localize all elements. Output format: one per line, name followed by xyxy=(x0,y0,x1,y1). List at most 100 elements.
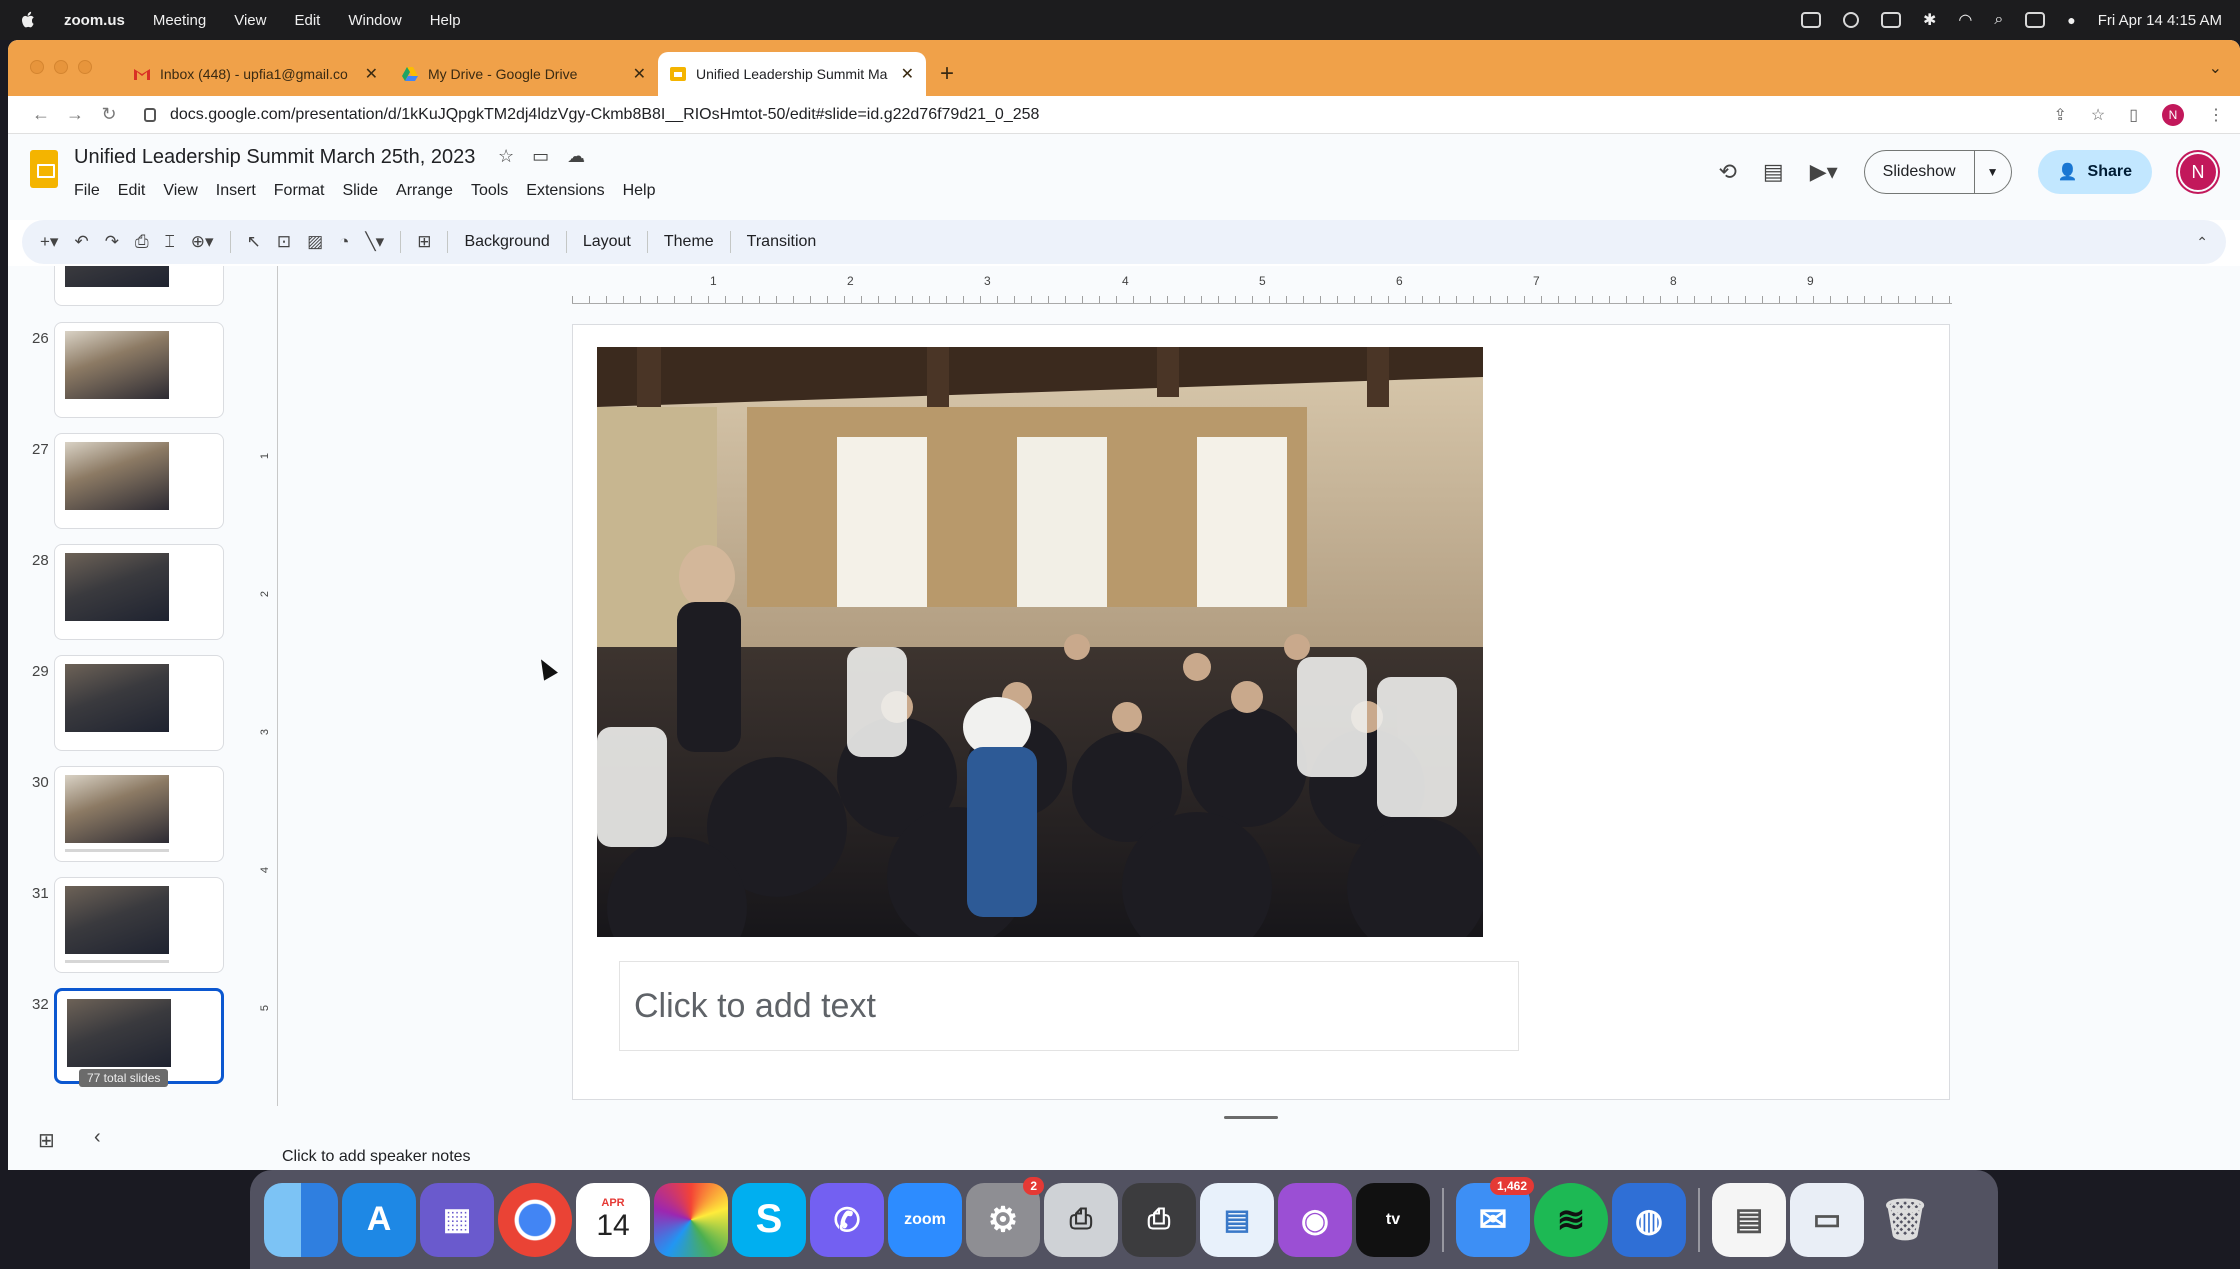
slide-thumbnail[interactable]: 27 xyxy=(8,433,240,535)
menu-slide[interactable]: Slide xyxy=(342,182,378,200)
slide-text-placeholder[interactable]: Click to add text xyxy=(619,961,1519,1051)
printer-2-icon[interactable]: ⎙ xyxy=(1122,1182,1196,1257)
status-icon-2[interactable] xyxy=(1842,12,1859,28)
lock-icon[interactable] xyxy=(144,107,156,122)
select-cursor-icon[interactable]: ↖ xyxy=(247,232,261,252)
status-icon-1[interactable] xyxy=(1800,12,1821,28)
control-center-icon[interactable] xyxy=(2025,12,2046,28)
slide-thumbnail[interactable]: 31 xyxy=(8,877,240,979)
apple-icon[interactable] xyxy=(18,10,38,30)
document-preview-icon[interactable]: ▤ xyxy=(1712,1182,1786,1257)
slide-thumbnail[interactable]: 26 xyxy=(8,322,240,424)
text-box-icon[interactable]: ⊡ xyxy=(277,232,291,252)
cloud-status-icon[interactable]: ☁ xyxy=(567,146,585,167)
slide-thumbnail[interactable] xyxy=(8,266,240,312)
zoom-window-button[interactable] xyxy=(78,60,92,74)
skype-icon[interactable]: S xyxy=(732,1182,806,1257)
thumbnail-card[interactable] xyxy=(54,655,224,751)
reload-icon[interactable]: ↻ xyxy=(92,104,126,125)
new-slide-icon[interactable]: +▾ xyxy=(40,232,58,252)
tab-search-chevron-icon[interactable]: ⌄ xyxy=(2209,58,2222,78)
print-icon[interactable]: ⎙ xyxy=(135,232,149,252)
trash-icon[interactable]: 🗑 xyxy=(1868,1183,1942,1257)
star-icon[interactable]: ☆ xyxy=(498,146,514,167)
meet-camera-icon[interactable]: ▶▾ xyxy=(1810,159,1838,185)
menu-app-name[interactable]: zoom.us xyxy=(64,12,125,29)
spotify-icon[interactable]: ≋ xyxy=(1534,1182,1608,1257)
transition-button[interactable]: Transition xyxy=(747,233,817,251)
new-tab-button[interactable]: + xyxy=(940,52,954,96)
thumbnail-card[interactable] xyxy=(54,766,224,862)
slideshow-options-chevron-icon[interactable]: ▼ xyxy=(1975,165,2011,179)
sidebar-icon[interactable]: ▯ xyxy=(2129,105,2138,125)
background-button[interactable]: Background xyxy=(464,233,549,251)
slide-thumbnail-selected[interactable]: 32 77 total slides xyxy=(8,988,240,1090)
undo-icon[interactable]: ↶ xyxy=(74,232,88,252)
menu-view[interactable]: View xyxy=(163,182,197,200)
bluetooth-icon[interactable]: ✱ xyxy=(1923,10,1936,30)
speaker-notes-placeholder[interactable]: Click to add speaker notes xyxy=(282,1148,471,1166)
menu-tools[interactable]: Tools xyxy=(471,182,508,200)
thumbnail-card[interactable]: 77 total slides xyxy=(54,988,224,1087)
slide-filmstrip[interactable]: 26 27 28 29 30 31 32 77 total slides xyxy=(8,266,240,1118)
printer-icon[interactable]: ⎙ xyxy=(1044,1182,1118,1257)
version-history-icon[interactable]: ⟲ xyxy=(1718,159,1736,185)
add-comment-icon[interactable]: ⊞ xyxy=(417,232,431,252)
menu-extensions[interactable]: Extensions xyxy=(526,182,604,200)
menu-help[interactable]: Help xyxy=(623,182,656,200)
apple-tv-icon[interactable]: tv xyxy=(1356,1182,1430,1257)
slide-photo[interactable] xyxy=(597,347,1483,937)
collapse-menus-chevron-icon[interactable]: ⌃ xyxy=(2196,234,2208,251)
close-window-button[interactable] xyxy=(30,60,44,74)
tab-slides[interactable]: Unified Leadership Summit Ma ✕ xyxy=(658,52,926,96)
launchpad-icon[interactable]: ▦ xyxy=(420,1182,494,1257)
layout-button[interactable]: Layout xyxy=(583,233,631,251)
siri-icon[interactable]: ● xyxy=(2067,12,2075,28)
menu-insert[interactable]: Insert xyxy=(216,182,256,200)
share-page-icon[interactable]: ⇪ xyxy=(2053,105,2066,125)
thumbnail-card[interactable] xyxy=(54,322,224,418)
tab-drive[interactable]: My Drive - Google Drive ✕ xyxy=(390,52,658,96)
back-arrow-icon[interactable]: ← xyxy=(24,104,58,125)
photos-icon[interactable] xyxy=(654,1182,728,1257)
grid-view-icon[interactable]: ⊞ xyxy=(38,1128,55,1153)
slideshow-button[interactable]: Slideshow xyxy=(1865,151,1975,193)
chrome-icon[interactable] xyxy=(498,1182,572,1257)
url-field[interactable]: docs.google.com/presentation/d/1kKuJQpgk… xyxy=(170,106,2053,124)
google-slides-logo-icon[interactable] xyxy=(30,150,58,188)
remote-desktop-icon[interactable]: ◍ xyxy=(1612,1182,1686,1257)
menu-edit[interactable]: Edit xyxy=(118,182,146,200)
close-icon[interactable]: ✕ xyxy=(365,64,378,84)
spotlight-search-icon[interactable]: ⌕ xyxy=(1994,11,2003,29)
podcasts-icon[interactable]: ◉ xyxy=(1278,1182,1352,1257)
share-button[interactable]: 👤 Share xyxy=(2037,150,2152,194)
comments-icon[interactable]: ▤ xyxy=(1763,159,1784,185)
slide-canvas[interactable]: Click to add text xyxy=(572,324,1950,1100)
tab-gmail[interactable]: Inbox (448) - upfia1@gmail.co ✕ xyxy=(122,52,390,96)
theme-button[interactable]: Theme xyxy=(664,233,714,251)
more-options-icon[interactable]: ⋮ xyxy=(2208,105,2224,125)
thumbnail-card[interactable] xyxy=(54,544,224,640)
collapse-filmstrip-icon[interactable]: ‹ xyxy=(94,1126,101,1149)
finder-icon[interactable] xyxy=(264,1182,338,1257)
calendar-icon[interactable]: APR 14 xyxy=(576,1182,650,1257)
menu-file[interactable]: File xyxy=(74,182,100,200)
menu-view[interactable]: View xyxy=(234,12,266,29)
menu-format[interactable]: Format xyxy=(274,182,325,200)
clock[interactable]: Fri Apr 14 4:15 AM xyxy=(2098,12,2222,29)
move-folder-icon[interactable]: ▭ xyxy=(532,146,549,167)
menu-help[interactable]: Help xyxy=(430,12,461,29)
zoom-icon[interactable]: ⊕▾ xyxy=(191,232,214,252)
thumbnail-card[interactable] xyxy=(54,433,224,529)
thumbnail-card[interactable] xyxy=(54,877,224,973)
thumbnail-card[interactable] xyxy=(54,266,224,306)
profile-avatar[interactable]: N xyxy=(2162,103,2184,126)
line-icon[interactable]: ╲▾ xyxy=(365,232,384,252)
forward-arrow-icon[interactable]: → xyxy=(58,104,92,125)
screen-window-icon[interactable]: ▭ xyxy=(1790,1182,1864,1257)
close-icon[interactable]: ✕ xyxy=(633,64,646,84)
keyboard-input-icon[interactable] xyxy=(1880,12,1901,28)
menu-arrange[interactable]: Arrange xyxy=(396,182,453,200)
slide-thumbnail[interactable]: 29 xyxy=(8,655,240,757)
menu-edit[interactable]: Edit xyxy=(294,12,320,29)
